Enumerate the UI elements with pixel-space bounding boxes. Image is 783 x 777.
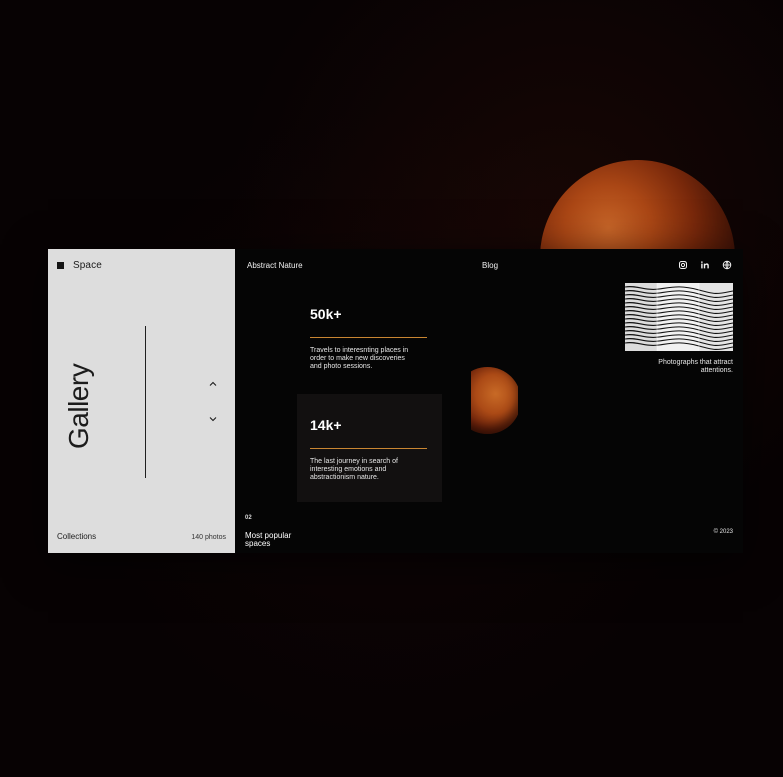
photo-count: 140 photos	[191, 534, 226, 541]
chevron-down-icon	[208, 412, 218, 427]
brand[interactable]: Space	[57, 260, 102, 271]
social-links	[677, 259, 733, 271]
sidebar-divider	[145, 326, 146, 478]
instagram-icon[interactable]	[677, 259, 689, 271]
stat-card-travels: 50k+ Travels to interesnting places in o…	[297, 291, 442, 387]
main-panel: Abstract Nature Blog 50k+ Travels to int…	[235, 249, 743, 553]
gallery-frame: Space Gallery Collections 140 photos Abs…	[48, 249, 743, 553]
collections-link[interactable]: Collections	[57, 532, 96, 541]
planet-globe	[471, 367, 518, 434]
chevron-up-icon	[208, 377, 218, 392]
page-title: Gallery	[63, 363, 94, 449]
previous-button[interactable]	[207, 378, 219, 390]
square-icon	[57, 262, 64, 269]
globe-icon[interactable]	[721, 259, 733, 271]
nav-link-abstract-nature[interactable]: Abstract Nature	[247, 261, 303, 270]
nav-link-blog[interactable]: Blog	[482, 261, 498, 270]
stat-value: 14k+	[310, 417, 342, 433]
featured-artwork[interactable]	[625, 283, 733, 351]
next-button[interactable]	[207, 413, 219, 425]
wave-pattern-image	[625, 283, 733, 351]
stat-card-journey: 14k+ The last journey in search of inter…	[297, 394, 442, 502]
accent-divider	[310, 337, 427, 338]
slide-index: 02	[245, 515, 252, 521]
planet-image	[471, 367, 518, 442]
copyright: © 2023	[713, 529, 733, 535]
stat-value: 50k+	[310, 306, 342, 322]
featured-caption: Photographs that attract attentions.	[658, 359, 733, 374]
brand-label: Space	[73, 260, 102, 271]
stat-description: The last journey in search of interestin…	[310, 458, 398, 481]
popular-spaces-label: Most popular spaces	[245, 531, 292, 548]
sidebar: Space Gallery Collections 140 photos	[48, 249, 235, 553]
accent-divider	[310, 448, 427, 449]
linkedin-icon[interactable]	[699, 259, 711, 271]
stat-description: Travels to interesnting places in order …	[310, 347, 409, 370]
